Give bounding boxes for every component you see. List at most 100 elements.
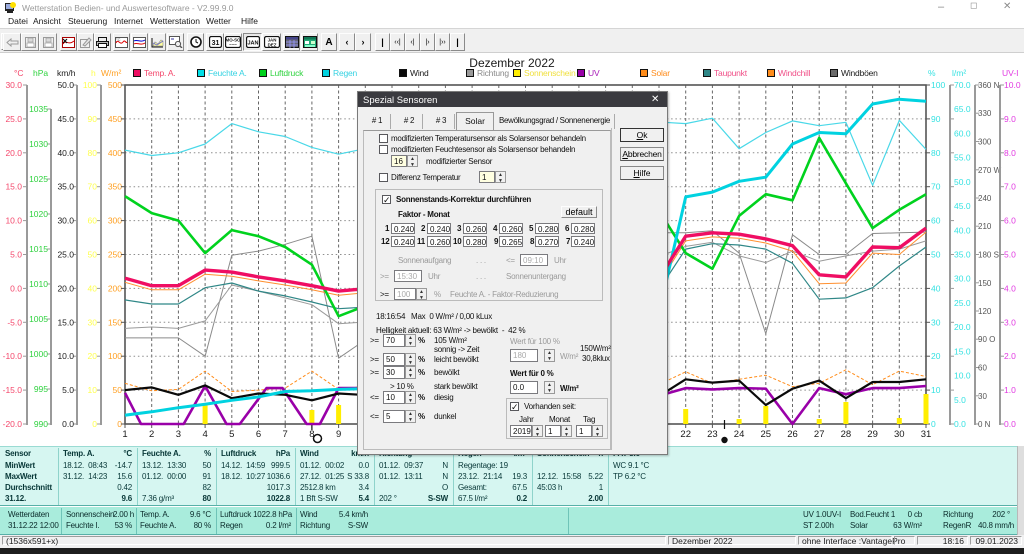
svg-text:5.0: 5.0 — [10, 250, 22, 260]
svg-text:°C: °C — [116, 37, 121, 42]
svg-text:250: 250 — [108, 250, 122, 260]
svg-text:15.0: 15.0 — [57, 317, 74, 327]
svg-text:26: 26 — [787, 429, 798, 440]
svg-text:30.0: 30.0 — [57, 216, 74, 226]
svg-text:20: 20 — [931, 351, 941, 361]
svg-text:l/m²: l/m² — [952, 68, 966, 78]
svg-text:270 W: 270 W — [978, 166, 1002, 175]
svg-text:3: 3 — [176, 429, 181, 440]
svg-text:31: 31 — [211, 40, 219, 47]
svg-text:28: 28 — [841, 429, 852, 440]
svg-text:200: 200 — [108, 283, 122, 293]
svg-text:500: 500 — [108, 80, 122, 90]
svg-text:23: 23 — [707, 429, 718, 440]
svg-text:330: 330 — [978, 109, 992, 118]
svg-text:80: 80 — [931, 148, 941, 158]
svg-text:31: 31 — [921, 429, 932, 440]
svg-text:60.0: 60.0 — [954, 128, 971, 138]
svg-text:45.0: 45.0 — [954, 201, 971, 211]
svg-text:6.0: 6.0 — [1004, 216, 1016, 226]
svg-text:km/h: km/h — [57, 68, 76, 78]
svg-text:~~~: ~~~ — [229, 42, 237, 47]
svg-text:1010: 1010 — [29, 279, 48, 289]
svg-text:5: 5 — [229, 429, 234, 440]
svg-text:55.0: 55.0 — [954, 153, 971, 163]
svg-text:180 S: 180 S — [978, 251, 999, 260]
svg-text:50.0: 50.0 — [57, 80, 74, 90]
svg-text:22: 22 — [680, 429, 691, 440]
svg-text:0.0: 0.0 — [10, 283, 22, 293]
svg-text:0.0: 0.0 — [954, 419, 966, 429]
svg-text:210: 210 — [978, 222, 992, 231]
svg-text:30: 30 — [931, 317, 941, 327]
svg-text:27: 27 — [814, 429, 825, 440]
svg-text:hPa: hPa — [33, 68, 48, 78]
svg-text:29: 29 — [867, 429, 878, 440]
svg-text:995: 995 — [34, 384, 48, 394]
svg-text:100: 100 — [108, 351, 122, 361]
svg-text:10: 10 — [88, 385, 98, 395]
svg-text:90: 90 — [88, 114, 98, 124]
svg-text:40: 40 — [931, 283, 941, 293]
svg-text:40: 40 — [88, 283, 98, 293]
svg-text:60: 60 — [88, 216, 98, 226]
svg-text:0.0: 0.0 — [1004, 419, 1016, 429]
svg-text:30.0: 30.0 — [5, 80, 22, 90]
svg-text:90 O: 90 O — [978, 335, 995, 344]
svg-text:1025: 1025 — [29, 174, 48, 184]
svg-text:7.0: 7.0 — [1004, 182, 1016, 192]
svg-text:1030: 1030 — [29, 139, 48, 149]
svg-text:10.0: 10.0 — [954, 371, 971, 381]
svg-text:60: 60 — [978, 364, 987, 373]
svg-text:-5.0: -5.0 — [7, 317, 22, 327]
svg-text:25.0: 25.0 — [954, 298, 971, 308]
svg-text:300: 300 — [978, 138, 992, 147]
svg-text:50.0: 50.0 — [954, 177, 971, 187]
svg-text:30.0: 30.0 — [954, 274, 971, 284]
svg-text:0: 0 — [92, 419, 97, 429]
svg-text:5.0: 5.0 — [1004, 250, 1016, 260]
svg-text:400: 400 — [108, 148, 122, 158]
svg-text:150: 150 — [108, 317, 122, 327]
svg-text:1015: 1015 — [29, 244, 48, 254]
svg-text:DEZ: DEZ — [267, 43, 276, 48]
svg-text:20.0: 20.0 — [5, 148, 22, 158]
svg-text:1035: 1035 — [29, 104, 48, 114]
svg-text:10.0: 10.0 — [57, 351, 74, 361]
svg-text:3.0: 3.0 — [1004, 317, 1016, 327]
svg-text:6: 6 — [256, 429, 261, 440]
svg-text:30: 30 — [894, 429, 905, 440]
svg-text:UV-I: UV-I — [1002, 68, 1019, 78]
svg-text:50: 50 — [931, 250, 941, 260]
svg-text:JAN: JAN — [247, 41, 258, 47]
svg-text:30: 30 — [88, 317, 98, 327]
svg-text:0.0: 0.0 — [62, 419, 74, 429]
svg-text:9: 9 — [336, 429, 341, 440]
svg-text:90: 90 — [931, 114, 941, 124]
svg-text:35.0: 35.0 — [57, 182, 74, 192]
svg-text:100: 100 — [931, 80, 945, 90]
svg-text:20: 20 — [88, 351, 98, 361]
svg-text:70.0: 70.0 — [954, 80, 971, 90]
svg-text:24: 24 — [734, 429, 745, 440]
svg-text:240: 240 — [978, 194, 992, 203]
svg-text:350: 350 — [108, 182, 122, 192]
svg-text:15.0: 15.0 — [954, 346, 971, 356]
svg-text:4: 4 — [202, 429, 207, 440]
svg-text:1020: 1020 — [29, 209, 48, 219]
svg-text:-15.0: -15.0 — [3, 385, 23, 395]
svg-text:25.0: 25.0 — [57, 250, 74, 260]
svg-text:-10.0: -10.0 — [3, 351, 23, 361]
svg-text:0 N: 0 N — [978, 420, 991, 429]
svg-text:4.0: 4.0 — [1004, 283, 1016, 293]
svg-text:7: 7 — [283, 429, 288, 440]
svg-text:10.0: 10.0 — [1004, 80, 1021, 90]
svg-text:40.0: 40.0 — [57, 148, 74, 158]
svg-text:1.0: 1.0 — [1004, 385, 1016, 395]
svg-text:50: 50 — [88, 250, 98, 260]
svg-text:990: 990 — [34, 419, 48, 429]
svg-text:9.0: 9.0 — [1004, 114, 1016, 124]
svg-text:100: 100 — [83, 80, 97, 90]
svg-text:35.0: 35.0 — [954, 250, 971, 260]
svg-text:60: 60 — [931, 216, 941, 226]
